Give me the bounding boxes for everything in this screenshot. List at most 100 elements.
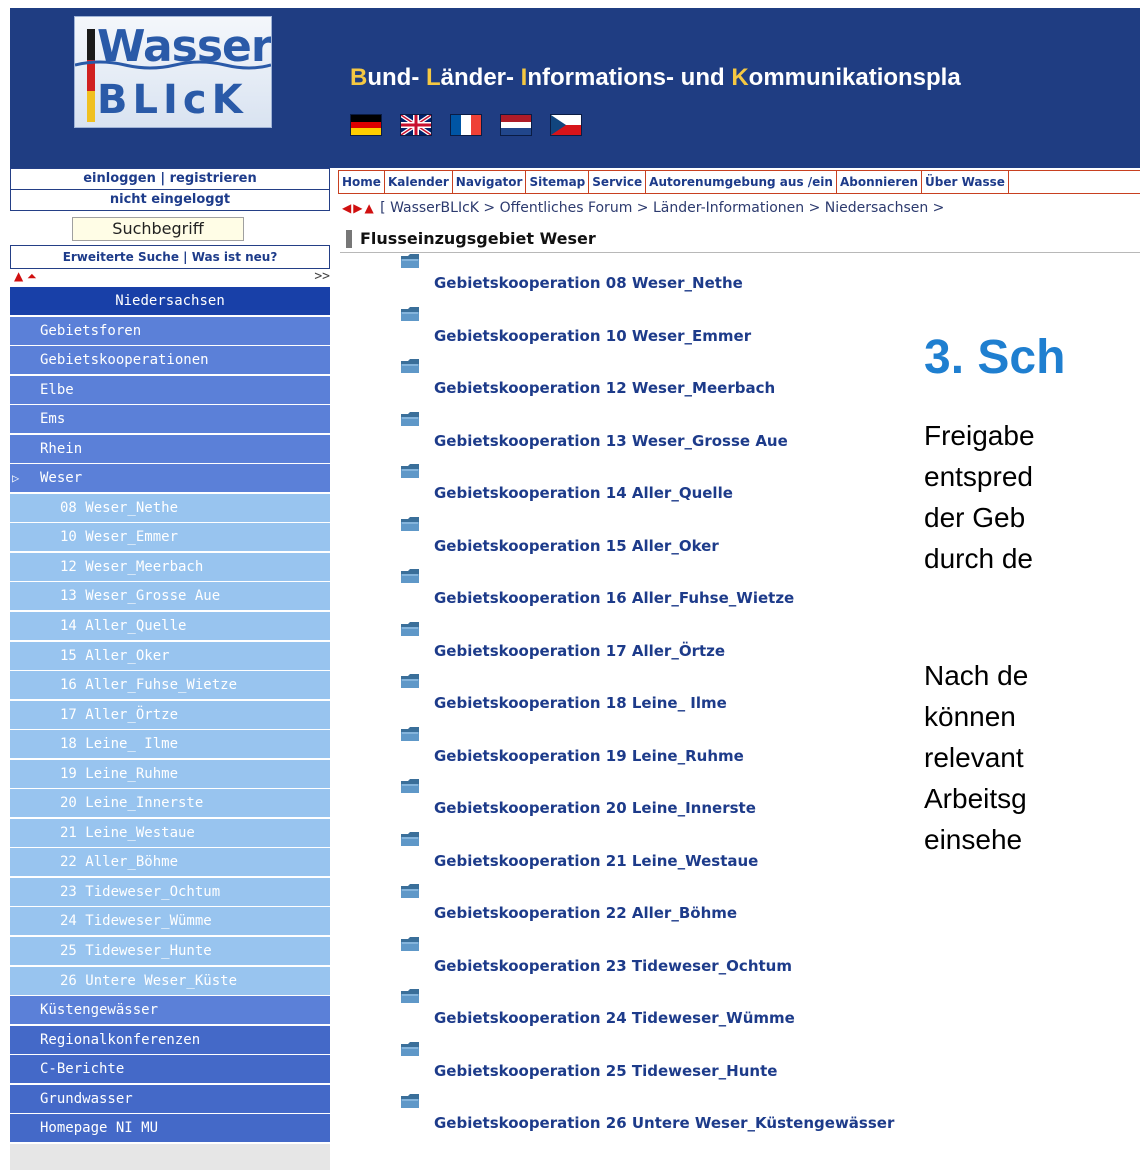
sidebar-item-label: Küstengewässer: [40, 1002, 159, 1019]
sidebar-item-08-weser-nethe[interactable]: 08 Weser_Nethe: [10, 493, 330, 522]
folder-label[interactable]: Gebietskooperation 19 Leine_Ruhme: [434, 747, 744, 765]
slide-line: Freigabe: [924, 420, 1035, 451]
sidebar-item-19-leine-ruhme[interactable]: 19 Leine_Ruhme: [10, 759, 330, 788]
sidebar-item-22-aller-b-hme[interactable]: 22 Aller_Böhme: [10, 848, 330, 877]
folder-label[interactable]: Gebietskooperation 17 Aller_Örtze: [434, 642, 725, 660]
folder-label[interactable]: Gebietskooperation 08 Weser_Nethe: [434, 274, 743, 292]
sidebar-item-label: Rhein: [40, 440, 83, 457]
folder-label[interactable]: Gebietskooperation 24 Tideweser_Wümme: [434, 1009, 795, 1027]
folder-label[interactable]: Gebietskooperation 23 Tideweser_Ochtum: [434, 957, 792, 975]
sidebar-item-16-aller-fuhse-wietze[interactable]: 16 Aller_Fuhse_Wietze: [10, 671, 330, 700]
up-arrow-icon[interactable]: ▲: [364, 201, 373, 215]
folder-icon: [401, 254, 419, 268]
navbar-link-sitemap[interactable]: Sitemap: [526, 171, 590, 193]
folder-label[interactable]: Gebietskooperation 12 Weser_Meerbach: [434, 379, 775, 397]
flag-france-icon[interactable]: [450, 114, 482, 136]
flag-czech-icon[interactable]: [550, 114, 582, 136]
forward-arrow-icon[interactable]: ▶: [353, 201, 362, 215]
folder-label[interactable]: Gebietskooperation 20 Leine_Innerste: [434, 799, 756, 817]
sidebar-item-18-leine-ilme[interactable]: 18 Leine_ Ilme: [10, 730, 330, 759]
sidebar-item-label: Gebietsforen: [40, 322, 142, 339]
slide-paragraph-1: Freigabe entspred der Geb durch de: [924, 415, 1140, 579]
sidebar-item-label: 10 Weser_Emmer: [60, 529, 179, 546]
login-register-link[interactable]: einloggen | registrieren: [10, 168, 330, 190]
folder-label[interactable]: Gebietskooperation 18 Leine_ Ilme: [434, 694, 727, 712]
folder-icon: [401, 936, 419, 951]
language-flags: [350, 114, 582, 136]
sidebar-item-label: 08 Weser_Nethe: [60, 499, 179, 516]
sidebar-item-rhein[interactable]: Rhein: [10, 434, 330, 463]
sidebar-item-21-leine-westaue[interactable]: 21 Leine_Westaue: [10, 818, 330, 847]
section-bar: [346, 230, 352, 248]
sidebar-item-k-stengew-sser[interactable]: Küstengewässer: [10, 996, 330, 1025]
navbar-link--ber-wasse[interactable]: Über Wasse: [922, 171, 1009, 193]
sidebar-item-c-berichte[interactable]: C-Berichte: [10, 1055, 330, 1084]
sidebar-item-label: 21 Leine_Westaue: [60, 824, 195, 841]
folder-icon: [401, 989, 419, 1003]
folder-icon: [401, 411, 419, 426]
navbar-link-navigator[interactable]: Navigator: [453, 171, 527, 193]
navbar-link-home[interactable]: Home: [339, 171, 385, 193]
folder-label[interactable]: Gebietskooperation 16 Aller_Fuhse_Wietze: [434, 589, 794, 607]
breadcrumb-path[interactable]: [ WasserBLIcK > Öffentliches Forum > Län…: [380, 200, 944, 216]
sidebar-item-23-tideweser-ochtum[interactable]: 23 Tideweser_Ochtum: [10, 877, 330, 906]
left-sidebar: einloggen | registrieren nicht eingelogg…: [10, 168, 330, 1170]
sidebar-item-homepage-ni-mu[interactable]: Homepage NI MU: [10, 1114, 330, 1143]
navbar-link-service[interactable]: Service: [589, 171, 647, 193]
wasserblick-logo[interactable]: Wasser BLIcK: [74, 16, 272, 128]
sidebar-item-niedersachsen[interactable]: Niedersachsen: [10, 287, 330, 315]
logo-word-bottom: BLIcK: [97, 77, 248, 123]
advanced-search-link[interactable]: Erweiterte Suche | Was ist neu?: [10, 245, 330, 269]
navbar-link-abonnieren[interactable]: Abonnieren: [837, 171, 923, 193]
sidebar-item-regionalkonferenzen[interactable]: Regionalkonferenzen: [10, 1025, 330, 1054]
navbar-link-kalender[interactable]: Kalender: [385, 171, 453, 193]
folder-icon: [401, 1041, 419, 1056]
sidebar-item-weser[interactable]: ▷ Weser: [10, 464, 330, 493]
sidebar-item-14-aller-quelle[interactable]: 14 Aller_Quelle: [10, 612, 330, 641]
folder-label[interactable]: Gebietskooperation 25 Tideweser_Hunte: [434, 1062, 777, 1080]
sidebar-item-grundwasser[interactable]: Grundwasser: [10, 1084, 330, 1113]
collapse-arrows-icon[interactable]: ▲ ⏶: [14, 269, 37, 284]
sidebar-item-20-leine-innerste[interactable]: 20 Leine_Innerste: [10, 789, 330, 818]
sidebar-item-17-aller-rtze[interactable]: 17 Aller_Örtze: [10, 700, 330, 729]
sidebar-item-gebietsforen[interactable]: Gebietsforen: [10, 316, 330, 345]
folder-label[interactable]: Gebietskooperation 26 Untere Weser_Küste…: [434, 1114, 894, 1132]
sidebar-item-25-tideweser-hunte[interactable]: 25 Tideweser_Hunte: [10, 937, 330, 966]
sidebar-item-gebietskooperationen[interactable]: Gebietskooperationen: [10, 346, 330, 375]
folder-icon: [401, 831, 419, 846]
folder-icon: [401, 884, 419, 898]
folder-label[interactable]: Gebietskooperation 10 Weser_Emmer: [434, 327, 751, 345]
sidebar-item-label: 14 Aller_Quelle: [60, 618, 187, 635]
folder-label[interactable]: Gebietskooperation 13 Weser_Grosse Aue: [434, 432, 788, 450]
folder-label[interactable]: Gebietskooperation 15 Aller_Oker: [434, 537, 719, 555]
active-indicator-icon: ▷: [12, 471, 20, 486]
expand-arrows[interactable]: >>: [314, 269, 330, 284]
sidebar-item-label: 22 Aller_Böhme: [60, 854, 179, 871]
folder-icon: [401, 1094, 419, 1108]
flag-germany-icon[interactable]: [350, 114, 382, 136]
sidebar-item-label: 19 Leine_Ruhme: [60, 765, 179, 782]
flag-uk-icon[interactable]: [400, 114, 432, 136]
folder-label[interactable]: Gebietskooperation 21 Leine_Westaue: [434, 852, 758, 870]
sidebar-item-label: 16 Aller_Fuhse_Wietze: [60, 677, 238, 694]
navbar-link-autorenumgebung-aus-ein[interactable]: Autorenumgebung aus /ein: [646, 171, 837, 193]
sidebar-arrows: ▲ ⏶ >>: [10, 269, 330, 287]
sidebar-item-13-weser-grosse-aue[interactable]: 13 Weser_Grosse Aue: [10, 582, 330, 611]
search-input[interactable]: Suchbegriff: [72, 217, 244, 241]
folder-label[interactable]: Gebietskooperation 14 Aller_Quelle: [434, 484, 733, 502]
back-arrow-icon[interactable]: ◀: [342, 201, 351, 215]
sidebar-item-label: Weser: [40, 470, 83, 487]
sidebar-item-10-weser-emmer[interactable]: 10 Weser_Emmer: [10, 523, 330, 552]
sidebar-item-elbe[interactable]: Elbe: [10, 375, 330, 404]
sidebar-item-label: 18 Leine_ Ilme: [60, 736, 179, 753]
folder-label[interactable]: Gebietskooperation 22 Aller_Böhme: [434, 904, 737, 922]
sidebar-item-ems[interactable]: Ems: [10, 405, 330, 434]
slide-paragraph-2: Nach de können relevant Arbeitsg einsehe: [924, 655, 1140, 860]
sidebar-item-label: Elbe: [40, 381, 74, 398]
flag-netherlands-icon[interactable]: [500, 114, 532, 136]
folder-icon: [401, 516, 419, 531]
sidebar-item-24-tideweser-w-mme[interactable]: 24 Tideweser_Wümme: [10, 907, 330, 936]
sidebar-item-15-aller-oker[interactable]: 15 Aller_Oker: [10, 641, 330, 670]
sidebar-item-26-untere-weser-k-ste[interactable]: 26 Untere Weser_Küste: [10, 966, 330, 995]
sidebar-item-12-weser-meerbach[interactable]: 12 Weser_Meerbach: [10, 552, 330, 581]
